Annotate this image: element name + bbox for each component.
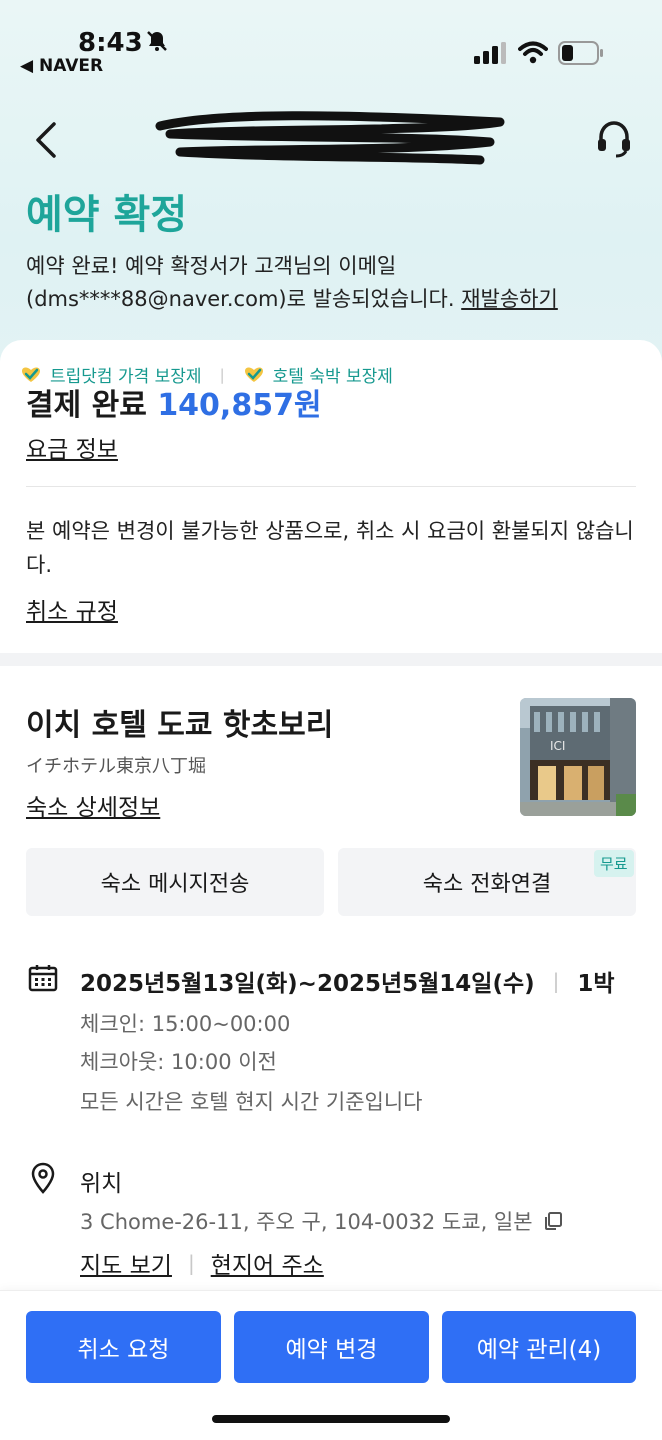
payment-label: 결제 완료 — [26, 388, 147, 423]
location-title: 위치 — [80, 1171, 123, 1197]
back-chevron-icon[interactable] — [30, 118, 66, 162]
manage-booking-button[interactable]: 예약 관리(4) — [442, 1311, 636, 1383]
divider — [26, 486, 636, 487]
cancel-policy-link[interactable]: 취소 규정 — [26, 592, 118, 626]
bell-muted-icon — [147, 31, 167, 51]
hotel-message-button[interactable]: 숙소 메시지전송 — [26, 848, 324, 916]
hotel-name: 이치 호텔 도쿄 핫초보리 — [26, 708, 334, 743]
confirmation-message-line2-row: (dms****88@naver.com)로 발송되었습니다. 재발송하기 — [26, 283, 636, 316]
confirmation-title: 예약 확정 — [26, 192, 188, 238]
link-divider: | — [187, 1251, 195, 1275]
battery-icon — [558, 41, 603, 65]
refund-policy-text: 본 예약은 변경이 불가능한 상품으로, 취소 시 요금이 환불되지 않습니다. — [26, 519, 634, 577]
calendar-icon — [28, 965, 58, 992]
hotel-detail-link[interactable]: 숙소 상세정보 — [26, 788, 160, 822]
home-indicator[interactable] — [212, 1415, 450, 1423]
redacted-hotel-title — [155, 111, 505, 165]
wifi-icon — [518, 41, 548, 64]
back-to-app[interactable]: ◀ NAVER — [20, 56, 103, 76]
location-address: 3 Chome-26-11, 주오 구, 104-0032 도쿄, 일본 — [80, 1210, 533, 1234]
signal-icon — [474, 42, 506, 64]
confirmation-message-line2: (dms****88@naver.com)로 발송되었습니다. — [26, 287, 455, 311]
payment-summary: 결제 완료 140,857원 — [26, 380, 322, 424]
local-address-link[interactable]: 현지어 주소 — [211, 1246, 324, 1280]
location-links: 지도 보기 | 현지어 주소 — [80, 1246, 324, 1280]
status-time: 8:43 — [78, 28, 143, 58]
local-time-note: 모든 시간은 호텔 현지 시간 기준입니다 — [80, 1090, 423, 1114]
change-booking-button[interactable]: 예약 변경 — [234, 1311, 429, 1383]
cancel-request-button[interactable]: 취소 요청 — [26, 1311, 221, 1383]
confirmation-message-line1: 예약 완료! 예약 확정서가 고객님의 이메일 — [26, 254, 397, 278]
hotel-local-name: イチホテル東京八丁堀 — [26, 756, 206, 777]
location-address-row: 3 Chome-26-11, 주오 구, 104-0032 도쿄, 일본 — [80, 1206, 563, 1236]
headset-support-icon[interactable] — [596, 120, 632, 158]
svg-text:ICI: ICI — [550, 739, 565, 753]
map-view-link[interactable]: 지도 보기 — [80, 1246, 172, 1280]
checkout-time: 체크아웃: 10:00 이전 — [80, 1050, 277, 1074]
stay-dates: 2025년5월13일(화)~2025년5월14일(수) — [80, 971, 535, 997]
hotel-photo[interactable]: ICI — [520, 698, 636, 816]
location-pin-icon — [31, 1162, 55, 1194]
date-divider: | — [552, 969, 560, 993]
free-tag: 무료 — [594, 850, 634, 877]
payment-amount: 140,857원 — [157, 388, 322, 423]
section-divider — [0, 653, 662, 666]
fee-info-link[interactable]: 요금 정보 — [26, 430, 118, 464]
confirmation-message: 예약 완료! 예약 확정서가 고객님의 이메일 (dms****88@naver… — [26, 250, 636, 316]
copy-icon[interactable] — [543, 1211, 563, 1231]
stay-nights: 1박 — [577, 971, 615, 997]
resend-email-link[interactable]: 재발송하기 — [461, 287, 558, 311]
hotel-call-button[interactable]: 숙소 전화연결 — [338, 848, 636, 916]
checkin-time: 체크인: 15:00~00:00 — [80, 1012, 291, 1036]
stay-dates-row: 2025년5월13일(화)~2025년5월14일(수) | 1박 — [80, 964, 640, 998]
